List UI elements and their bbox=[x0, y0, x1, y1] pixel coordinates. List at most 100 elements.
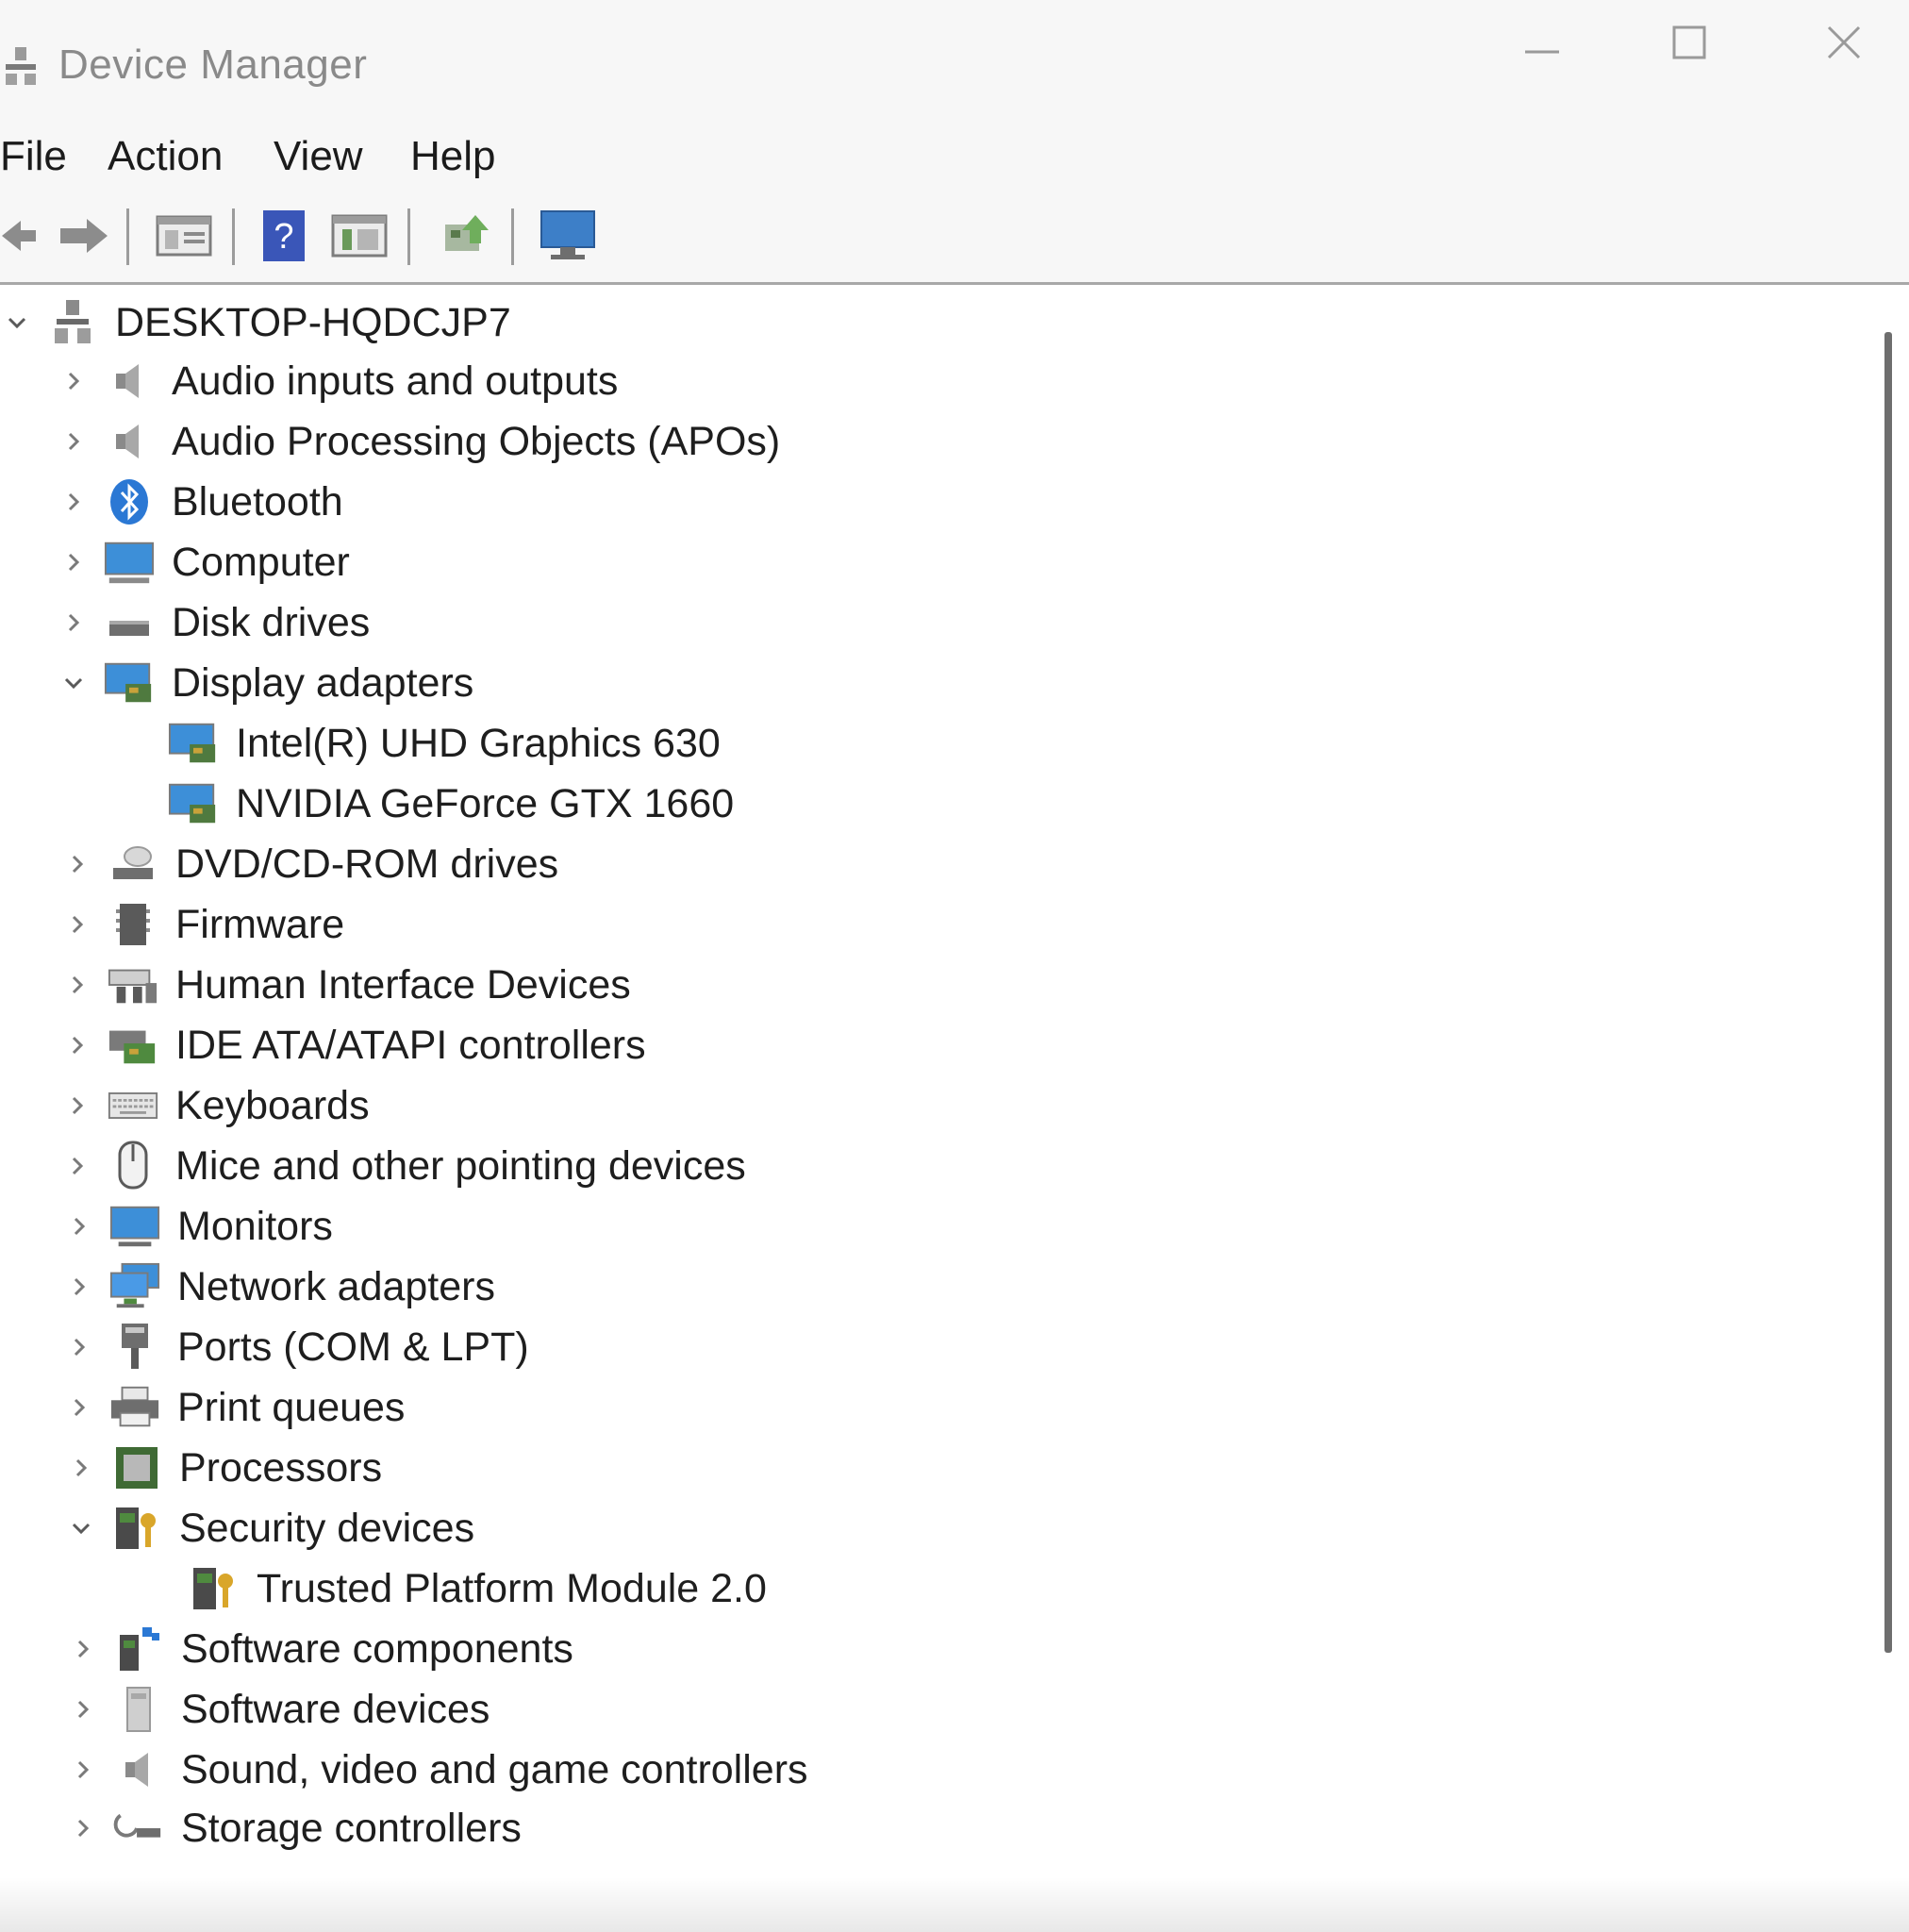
category-network-adapters[interactable]: Network adapters bbox=[62, 1258, 495, 1315]
tree-root[interactable]: DESKTOP-HQDCJP7 bbox=[0, 294, 511, 351]
category-keyboards[interactable]: Keyboards bbox=[60, 1077, 370, 1134]
window-bottom-edge bbox=[0, 1877, 1909, 1932]
category-mice[interactable]: Mice and other pointing devices bbox=[60, 1138, 746, 1194]
menu-bar: File Action View Help bbox=[0, 127, 1909, 188]
chevron-right-icon[interactable] bbox=[66, 1692, 100, 1726]
device-intel-uhd-630[interactable]: Intel(R) UHD Graphics 630 bbox=[168, 715, 721, 772]
category-bluetooth[interactable]: Bluetooth bbox=[57, 474, 343, 530]
chevron-right-icon[interactable] bbox=[57, 425, 91, 458]
chevron-right-icon[interactable] bbox=[66, 1811, 100, 1845]
category-label: Bluetooth bbox=[172, 478, 343, 525]
title-bar[interactable]: Device Manager bbox=[0, 0, 1909, 128]
device-label: Trusted Platform Module 2.0 bbox=[257, 1565, 767, 1611]
category-ports[interactable]: Ports (COM & LPT) bbox=[62, 1319, 529, 1375]
hid-icon bbox=[108, 959, 158, 1010]
vertical-scrollbar[interactable] bbox=[1884, 332, 1892, 1653]
close-icon bbox=[1827, 25, 1861, 59]
minimize-button[interactable] bbox=[1471, 0, 1613, 85]
category-label: Disk drives bbox=[172, 599, 371, 645]
category-ide-ata-atapi[interactable]: IDE ATA/ATAPI controllers bbox=[60, 1017, 646, 1074]
category-sound-video-game[interactable]: Sound, video and game controllers bbox=[66, 1741, 808, 1798]
display-adapter-icon bbox=[168, 778, 219, 829]
menu-file[interactable]: File bbox=[0, 133, 67, 180]
chevron-right-icon[interactable] bbox=[57, 545, 91, 579]
display-adapter-icon bbox=[168, 718, 219, 769]
chevron-down-icon[interactable] bbox=[57, 666, 91, 700]
speaker-icon bbox=[113, 1744, 164, 1795]
chevron-right-icon[interactable] bbox=[60, 908, 94, 941]
chevron-right-icon[interactable] bbox=[60, 847, 94, 881]
speaker-icon bbox=[104, 356, 155, 407]
chevron-right-icon[interactable] bbox=[66, 1753, 100, 1787]
device-manager-app-icon bbox=[2, 45, 40, 89]
properties-button[interactable] bbox=[155, 207, 213, 265]
chevron-right-icon[interactable] bbox=[57, 606, 91, 640]
category-label: Sound, video and game controllers bbox=[181, 1746, 808, 1792]
back-button[interactable] bbox=[0, 207, 38, 265]
network-adapter-icon bbox=[109, 1261, 160, 1312]
show-hide-console-tree-button[interactable] bbox=[330, 207, 389, 265]
menu-view[interactable]: View bbox=[274, 133, 363, 180]
category-label: Software devices bbox=[181, 1686, 490, 1732]
category-software-devices[interactable]: Software devices bbox=[66, 1681, 490, 1738]
category-label: IDE ATA/ATAPI controllers bbox=[175, 1022, 646, 1068]
forward-icon bbox=[60, 219, 108, 253]
chevron-right-icon[interactable] bbox=[57, 485, 91, 519]
device-tree[interactable]: DESKTOP-HQDCJP7 Audio inputs and outputs… bbox=[0, 285, 1886, 1932]
category-label: Software components bbox=[181, 1625, 573, 1672]
category-storage-controllers[interactable]: Storage controllers bbox=[66, 1800, 522, 1857]
chevron-down-icon[interactable] bbox=[0, 306, 34, 340]
speaker-icon bbox=[104, 416, 155, 467]
monitor-icon bbox=[540, 210, 595, 259]
category-audio-inputs-outputs[interactable]: Audio inputs and outputs bbox=[57, 353, 618, 409]
chevron-right-icon[interactable] bbox=[62, 1391, 96, 1424]
mouse-icon bbox=[108, 1141, 158, 1191]
chevron-right-icon[interactable] bbox=[57, 364, 91, 398]
port-icon bbox=[109, 1322, 160, 1373]
chevron-right-icon[interactable] bbox=[60, 1149, 94, 1183]
category-dvd-cdrom[interactable]: DVD/CD-ROM drives bbox=[60, 836, 558, 892]
category-label: Network adapters bbox=[177, 1263, 495, 1309]
chevron-right-icon[interactable] bbox=[64, 1451, 98, 1485]
processor-icon bbox=[111, 1442, 162, 1493]
menu-action[interactable]: Action bbox=[108, 133, 223, 180]
menu-help[interactable]: Help bbox=[410, 133, 496, 180]
category-disk-drives[interactable]: Disk drives bbox=[57, 594, 370, 651]
category-processors[interactable]: Processors bbox=[64, 1440, 382, 1496]
category-security-devices[interactable]: Security devices bbox=[64, 1500, 474, 1557]
category-label: DVD/CD-ROM drives bbox=[175, 841, 559, 887]
chevron-right-icon[interactable] bbox=[62, 1270, 96, 1304]
chevron-right-icon[interactable] bbox=[60, 1028, 94, 1062]
category-software-components[interactable]: Software components bbox=[66, 1621, 573, 1677]
category-print-queues[interactable]: Print queues bbox=[62, 1379, 405, 1436]
security-device-icon bbox=[189, 1563, 240, 1614]
minimize-icon bbox=[1525, 50, 1559, 54]
category-audio-processing-objects[interactable]: Audio Processing Objects (APOs) bbox=[57, 413, 780, 470]
window-title: Device Manager bbox=[58, 42, 368, 88]
category-display-adapters[interactable]: Display adapters bbox=[57, 655, 473, 711]
toolbar: ? bbox=[0, 188, 1909, 285]
category-monitors[interactable]: Monitors bbox=[62, 1198, 333, 1255]
chevron-down-icon[interactable] bbox=[64, 1511, 98, 1545]
chevron-right-icon[interactable] bbox=[62, 1209, 96, 1243]
device-trusted-platform-module[interactable]: Trusted Platform Module 2.0 bbox=[189, 1560, 767, 1617]
close-button[interactable] bbox=[1773, 0, 1909, 85]
maximize-button[interactable] bbox=[1618, 0, 1760, 85]
category-firmware[interactable]: Firmware bbox=[60, 896, 344, 953]
forward-button[interactable] bbox=[55, 207, 111, 265]
scan-for-hardware-button[interactable] bbox=[540, 207, 596, 265]
category-computer[interactable]: Computer bbox=[57, 534, 350, 591]
bluetooth-icon bbox=[104, 476, 155, 527]
toolbar-separator bbox=[126, 208, 129, 265]
device-label: Intel(R) UHD Graphics 630 bbox=[236, 720, 721, 766]
device-nvidia-gtx-1660[interactable]: NVIDIA GeForce GTX 1660 bbox=[168, 775, 734, 832]
storage-controller-icon bbox=[113, 1803, 164, 1854]
chevron-right-icon[interactable] bbox=[60, 968, 94, 1002]
category-human-interface-devices[interactable]: Human Interface Devices bbox=[60, 957, 631, 1013]
chevron-right-icon[interactable] bbox=[66, 1632, 100, 1666]
chevron-right-icon[interactable] bbox=[62, 1330, 96, 1364]
category-label: Audio inputs and outputs bbox=[172, 358, 619, 404]
update-driver-button[interactable] bbox=[436, 207, 492, 265]
chevron-right-icon[interactable] bbox=[60, 1089, 94, 1123]
help-button[interactable]: ? bbox=[260, 207, 307, 265]
